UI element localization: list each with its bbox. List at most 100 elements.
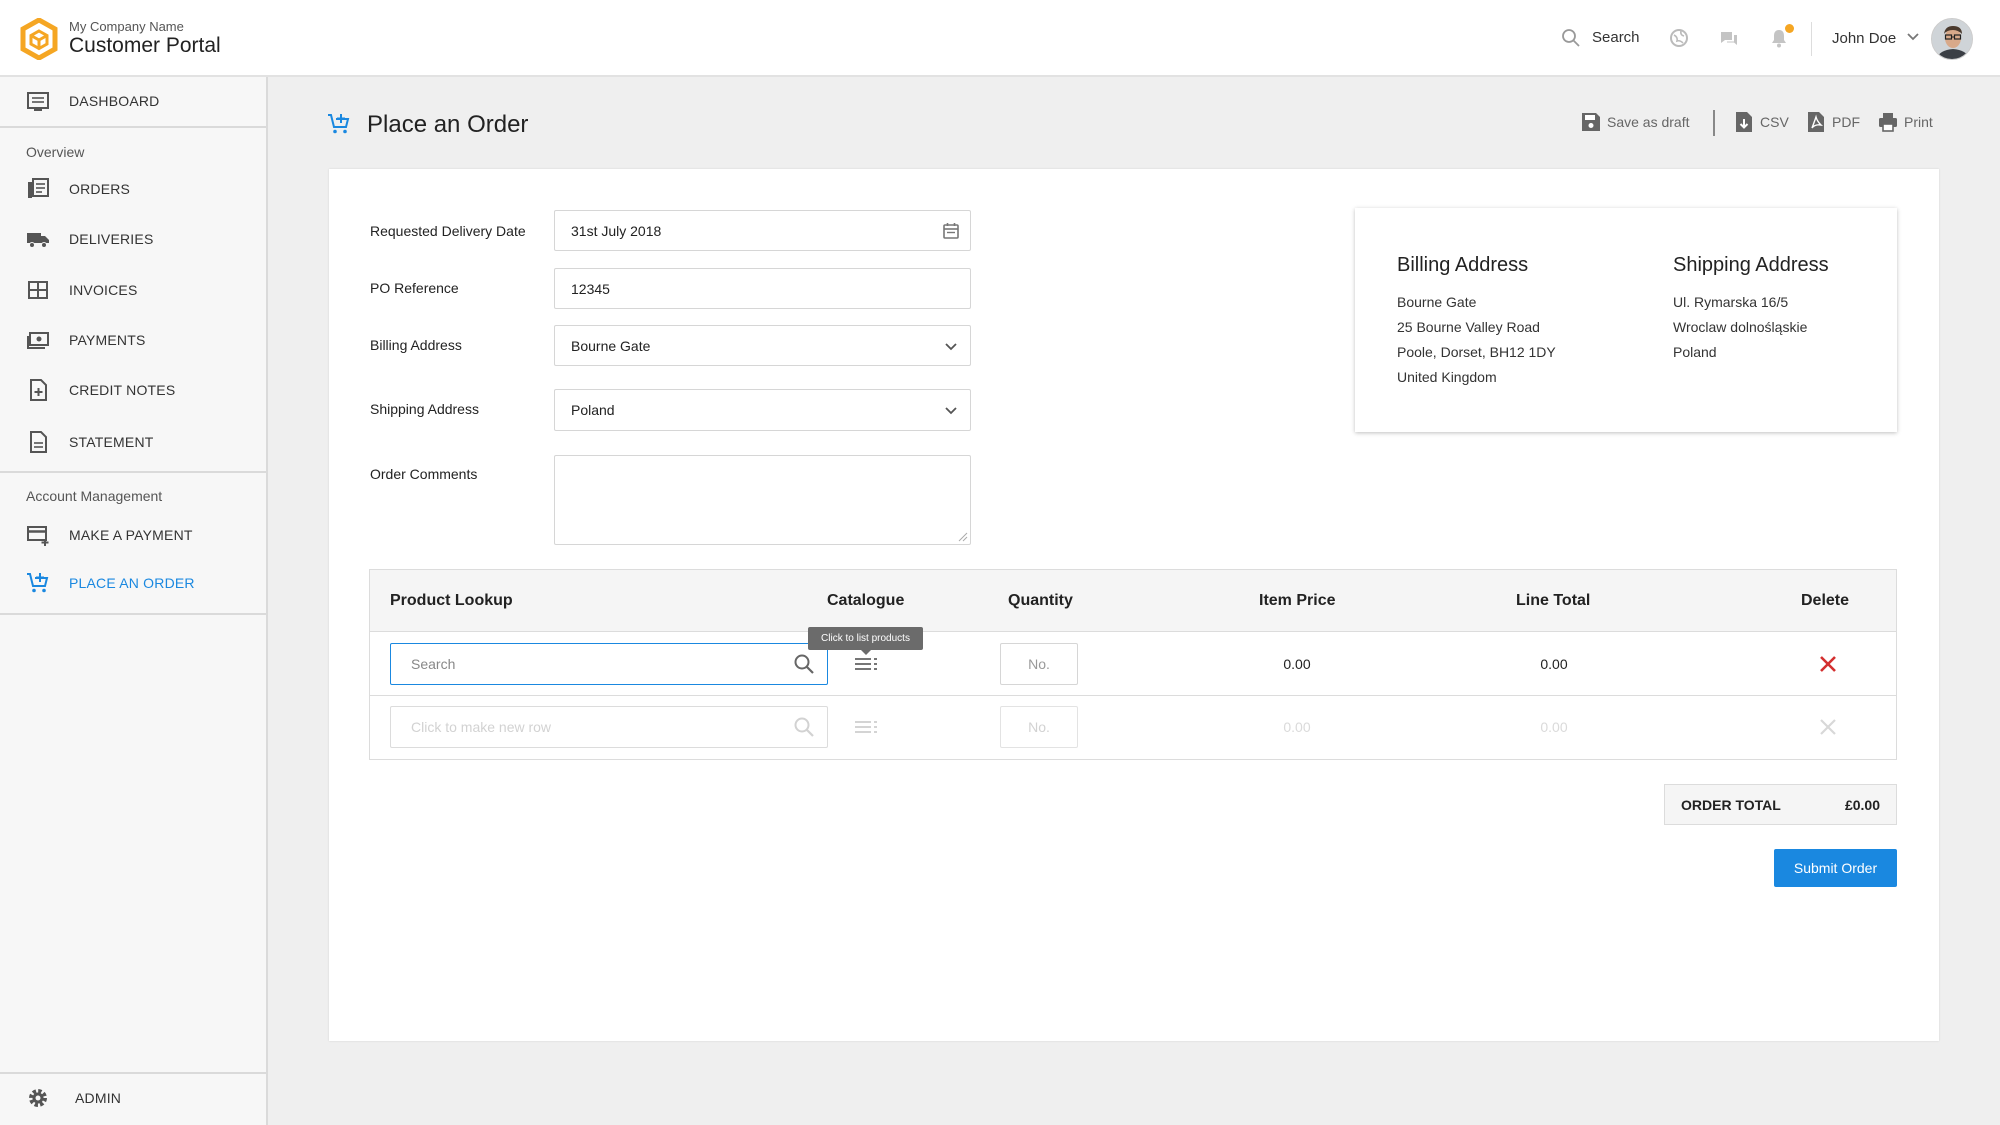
search-icon[interactable] bbox=[1561, 28, 1581, 48]
sidebar-item-label: CREDIT NOTES bbox=[69, 382, 176, 398]
search-icon[interactable] bbox=[793, 653, 815, 675]
chevron-down-icon[interactable] bbox=[1906, 32, 1920, 42]
sidebar-item-admin[interactable]: ADMIN bbox=[0, 1078, 266, 1118]
catalogue-tooltip: Click to list products bbox=[808, 627, 923, 655]
delivery-date-field[interactable]: 31st July 2018 bbox=[554, 210, 971, 251]
shipping-address-select[interactable]: Poland bbox=[554, 389, 971, 431]
product-lookup-placeholder: Search bbox=[411, 656, 456, 672]
sidebar-item-statement[interactable]: STATEMENT bbox=[0, 422, 266, 462]
header-search-label[interactable]: Search bbox=[1592, 29, 1640, 46]
search-icon[interactable] bbox=[793, 716, 815, 738]
credit-notes-icon bbox=[30, 379, 47, 401]
gear-icon bbox=[29, 1089, 47, 1107]
invoices-icon bbox=[28, 281, 48, 299]
sidebar-item-label: PAYMENTS bbox=[69, 332, 146, 348]
line-total-value: 0.00 bbox=[1540, 656, 1568, 672]
quantity-input[interactable]: No. bbox=[1000, 643, 1078, 685]
shipping-address-heading: Shipping Address bbox=[1673, 254, 1829, 276]
order-total-box: ORDER TOTAL £0.00 bbox=[1664, 784, 1897, 825]
delivery-date-label: Requested Delivery Date bbox=[370, 223, 526, 239]
csv-button[interactable]: CSV bbox=[1734, 111, 1789, 133]
user-avatar-icon bbox=[1932, 19, 1972, 59]
statement-icon bbox=[30, 431, 47, 453]
page-title: Place an Order bbox=[367, 111, 529, 138]
shipping-address-value: Poland bbox=[571, 402, 615, 418]
calendar-icon[interactable] bbox=[942, 222, 960, 240]
print-label: Print bbox=[1904, 114, 1933, 130]
pdf-label: PDF bbox=[1832, 114, 1860, 130]
save-icon bbox=[1582, 113, 1600, 131]
shipping-address-line: Ul. Rymarska 16/5 bbox=[1673, 294, 1789, 310]
sidebar-item-place-order[interactable]: PLACE AN ORDER bbox=[0, 563, 266, 603]
sidebar-divider bbox=[0, 613, 266, 615]
sidebar: DASHBOARD Overview ORDERS DELIVERIES INV… bbox=[0, 77, 268, 1125]
billing-address-line: United Kingdom bbox=[1397, 369, 1497, 385]
po-reference-field[interactable]: 12345 bbox=[554, 268, 971, 309]
billing-address-label: Billing Address bbox=[370, 337, 462, 353]
delete-row-icon[interactable] bbox=[1818, 717, 1838, 737]
column-header-quantity: Quantity bbox=[1008, 592, 1073, 609]
billing-address-select[interactable]: Bourne Gate bbox=[554, 325, 971, 366]
chevron-down-icon bbox=[945, 342, 957, 350]
sidebar-item-dashboard[interactable]: DASHBOARD bbox=[0, 81, 266, 121]
save-draft-label: Save as draft bbox=[1607, 114, 1690, 130]
line-total-value: 0.00 bbox=[1540, 719, 1568, 735]
table-header: Product Lookup Catalogue Quantity Item P… bbox=[370, 570, 1896, 632]
submit-order-button[interactable]: Submit Order bbox=[1774, 849, 1897, 887]
sidebar-item-label: INVOICES bbox=[69, 282, 138, 298]
billing-address-line: Bourne Gate bbox=[1397, 294, 1477, 310]
save-draft-button[interactable]: Save as draft bbox=[1581, 111, 1690, 133]
sidebar-divider bbox=[0, 471, 266, 473]
truck-icon bbox=[27, 233, 49, 248]
quantity-input[interactable]: No. bbox=[1000, 706, 1078, 748]
chevron-down-icon bbox=[945, 407, 957, 415]
csv-label: CSV bbox=[1760, 114, 1789, 130]
shipping-address-line: Wroclaw dolnośląskie bbox=[1673, 319, 1808, 335]
order-total-label: ORDER TOTAL bbox=[1681, 797, 1781, 813]
sidebar-item-payments[interactable]: PAYMENTS bbox=[0, 320, 266, 360]
orders-icon bbox=[28, 178, 49, 198]
sidebar-item-label: STATEMENT bbox=[69, 434, 154, 450]
sidebar-item-credit-notes[interactable]: CREDIT NOTES bbox=[0, 370, 266, 410]
top-header: My Company Name Customer Portal Search J… bbox=[0, 0, 2000, 77]
catalogue-list-icon[interactable] bbox=[854, 719, 878, 735]
notification-dot bbox=[1785, 24, 1794, 33]
product-lookup-input[interactable]: Click to make new row bbox=[390, 706, 828, 748]
sidebar-divider bbox=[0, 1072, 266, 1074]
sidebar-divider bbox=[0, 126, 266, 128]
header-divider bbox=[1811, 22, 1812, 56]
user-name[interactable]: John Doe bbox=[1832, 30, 1896, 47]
resize-grip-icon[interactable] bbox=[956, 530, 968, 542]
products-table: Product Lookup Catalogue Quantity Item P… bbox=[369, 569, 1897, 760]
sidebar-item-label: ADMIN bbox=[75, 1090, 122, 1106]
sidebar-item-label: PLACE AN ORDER bbox=[69, 575, 195, 591]
cart-plus-icon bbox=[27, 573, 49, 593]
catalogue-list-icon[interactable] bbox=[854, 656, 878, 672]
order-comments-textarea[interactable] bbox=[554, 455, 971, 545]
product-lookup-input[interactable]: Search bbox=[390, 643, 828, 685]
sidebar-item-make-payment[interactable]: MAKE A PAYMENT bbox=[0, 515, 266, 555]
sidebar-item-deliveries[interactable]: DELIVERIES bbox=[0, 219, 266, 259]
address-summary-card: Billing Address Bourne Gate 25 Bourne Va… bbox=[1355, 208, 1897, 432]
company-name: My Company Name bbox=[69, 19, 184, 34]
item-price-value: 0.00 bbox=[1283, 656, 1311, 672]
sidebar-section-account: Account Management bbox=[26, 488, 163, 504]
print-icon bbox=[1879, 113, 1897, 132]
cart-plus-icon bbox=[328, 114, 350, 134]
print-button[interactable]: Print bbox=[1878, 111, 1933, 133]
avatar[interactable] bbox=[1931, 18, 1973, 60]
chat-icon[interactable] bbox=[1718, 27, 1740, 49]
billing-address-line: 25 Bourne Valley Road bbox=[1397, 319, 1540, 335]
dashboard-icon bbox=[27, 92, 49, 111]
sidebar-item-orders[interactable]: ORDERS bbox=[0, 169, 266, 209]
card-payment-icon bbox=[27, 526, 49, 546]
delete-row-icon[interactable] bbox=[1818, 654, 1838, 674]
billing-address-value: Bourne Gate bbox=[571, 337, 651, 354]
sidebar-item-invoices[interactable]: INVOICES bbox=[0, 270, 266, 310]
payments-icon bbox=[27, 332, 49, 349]
delivery-date-value: 31st July 2018 bbox=[571, 222, 662, 239]
pdf-button[interactable]: PDF bbox=[1806, 111, 1860, 133]
column-header-catalogue: Catalogue bbox=[827, 592, 905, 609]
globe-icon[interactable] bbox=[1668, 27, 1690, 49]
company-logo-icon[interactable] bbox=[20, 18, 58, 60]
